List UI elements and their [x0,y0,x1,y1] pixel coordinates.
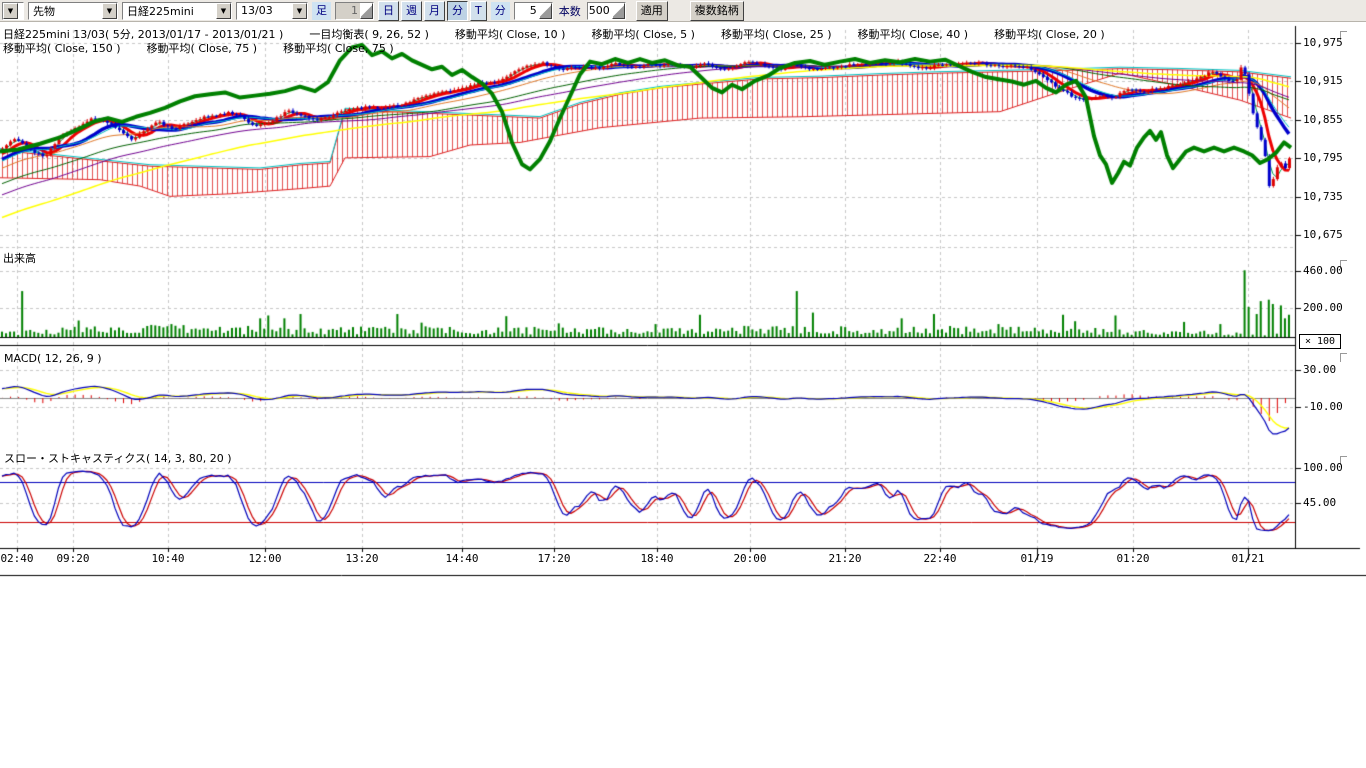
time-axis-label: 01/21 [1231,552,1264,565]
indicator-label: 移動平均( Close, 75 ) [283,42,394,55]
price-axis-label: 10,675 [1303,228,1343,241]
volume-axis-label: 200.00 [1303,301,1343,314]
count-value: 500 [588,4,612,17]
period-button-group: 日週月分T [378,1,487,21]
stoch-axis-label: 100.00 [1303,461,1343,474]
time-axis-label: 13:20 [345,552,378,565]
macd-axis-label: -10.00 [1303,400,1343,413]
price-axis-label: 10,795 [1303,151,1343,164]
volume-multiplier-badge: × 100 [1299,334,1341,349]
instrument-combo[interactable]: 先物 ▼ [28,2,118,20]
time-axis-label: 01/19 [1020,552,1053,565]
period-button-月[interactable]: 月 [424,1,445,21]
macd-panel-label: MACD( 12, 26, 9 ) [4,352,102,365]
spinner-icon[interactable] [612,3,625,19]
indicator-label: 移動平均( Close, 10 ) [455,28,566,41]
volume-panel-label: 出来高 [3,250,36,266]
period-button-T[interactable]: T [470,1,487,21]
minute-value: 5 [515,4,539,17]
chevron-down-icon[interactable]: ▼ [102,3,117,19]
indicator-label: 移動平均( Close, 25 ) [721,28,832,41]
symbol-combo[interactable]: 日経225mini ▼ [122,2,232,20]
time-axis-label: 14:40 [445,552,478,565]
pane-resize-mark[interactable] [1340,353,1347,362]
indicator-label: 移動平均( Close, 150 ) [3,42,121,55]
chevron-down-icon[interactable]: ▼ [3,3,18,19]
price-axis-label: 10,975 [1303,36,1343,49]
toolbar: ▼ 先物 ▼ 日経225mini ▼ 13/03 ▼ 足 1 日週月分T 分 5… [0,0,1366,22]
minute-label: 分 [491,2,510,20]
count-label: 本数 [557,3,583,19]
indicator-label: 移動平均( Close, 5 ) [591,28,695,41]
chart-canvas[interactable] [0,0,1366,768]
bar-interval-value: 1 [336,4,360,17]
period-button-分[interactable]: 分 [447,1,468,21]
time-axis-label: 21:20 [828,552,861,565]
time-axis-label: 09:20 [56,552,89,565]
stoch-panel-label: スロー・ストキャスティクス( 14, 3, 80, 20 ) [4,450,232,466]
chevron-down-icon[interactable]: ▼ [216,3,231,19]
time-axis-label: 20:00 [733,552,766,565]
price-axis-label: 10,855 [1303,113,1343,126]
time-axis-label: 17:20 [537,552,570,565]
indicator-label: 移動平均( Close, 40 ) [858,28,969,41]
period-button-週[interactable]: 週 [401,1,422,21]
contract-month-value: 13/03 [237,4,292,17]
bar-type-label: 足 [312,2,331,20]
period-button-日[interactable]: 日 [378,1,399,21]
price-axis-label: 10,915 [1303,74,1343,87]
multi-symbol-button[interactable]: 複数銘柄 [690,1,744,21]
macd-axis-label: 30.00 [1303,363,1336,376]
symbol-combo-value: 日経225mini [123,3,216,19]
time-axis-label: 12:00 [248,552,281,565]
chart-header-line2: 移動平均( Close, 150 ) 移動平均( Close, 75 ) 移動平均(… [3,40,420,56]
bar-interval-spinner[interactable]: 1 [335,2,374,20]
instrument-combo-value: 先物 [29,3,102,19]
chart-application-window: ▼ 先物 ▼ 日経225mini ▼ 13/03 ▼ 足 1 日週月分T 分 5… [0,0,1366,768]
stoch-axis-label: 45.00 [1303,496,1336,509]
time-axis-label: 02:40 [0,552,33,565]
minute-spinner[interactable]: 5 [514,2,553,20]
time-axis-label: 18:40 [640,552,673,565]
chevron-down-icon[interactable]: ▼ [292,3,307,19]
spinner-icon[interactable] [539,3,552,19]
spinner-icon[interactable] [360,3,373,19]
time-axis-label: 22:40 [923,552,956,565]
time-axis-label: 10:40 [151,552,184,565]
contract-month-combo[interactable]: 13/03 ▼ [236,2,308,20]
price-axis-label: 10,735 [1303,190,1343,203]
apply-button[interactable]: 適用 [636,1,668,21]
volume-axis-label: 460.00 [1303,264,1343,277]
indicator-label: 移動平均( Close, 20 ) [994,28,1105,41]
count-spinner[interactable]: 500 [587,2,626,20]
mini-combo[interactable]: ▼ [2,2,24,20]
indicator-label: 移動平均( Close, 75 ) [147,42,258,55]
time-axis-label: 01:20 [1116,552,1149,565]
